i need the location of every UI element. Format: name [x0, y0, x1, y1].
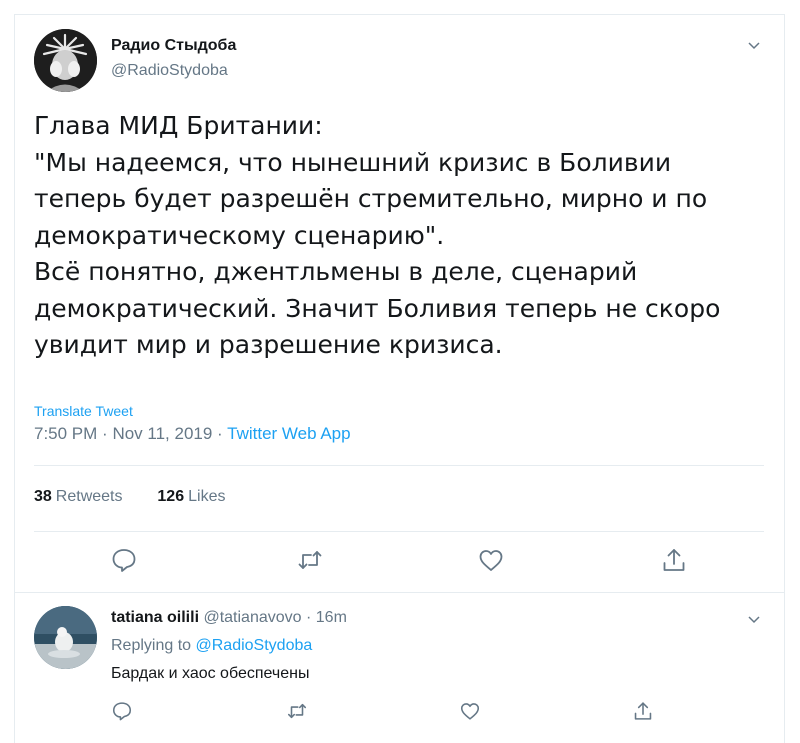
- tweet-time[interactable]: 7:50 PM: [34, 424, 97, 443]
- polar-bear-avatar-image: [34, 606, 97, 669]
- reply-time[interactable]: 16m: [316, 609, 347, 626]
- share-icon[interactable]: [660, 546, 688, 574]
- translate-tweet-link[interactable]: Translate Tweet: [34, 403, 133, 419]
- tweet-text-line: демократический. Значит Боливия теперь н…: [34, 293, 721, 323]
- replying-mention-link[interactable]: @RadioStydoba: [196, 637, 313, 654]
- source-app-link[interactable]: Twitter Web App: [227, 424, 350, 443]
- like-icon[interactable]: [459, 700, 481, 722]
- likes-stat[interactable]: 126 Likes: [157, 488, 225, 505]
- meta-separator: ·: [217, 424, 228, 443]
- engagement-stats: 38 Retweets 126 Likes: [34, 488, 225, 506]
- retweets-label: Retweets: [55, 488, 123, 505]
- reply-author-name[interactable]: tatiana oilili: [111, 609, 199, 626]
- tweet-text: Глава МИД Британии: "Мы надеемся, что ны…: [34, 108, 774, 364]
- chevron-down-icon[interactable]: [746, 37, 762, 53]
- tweet-text-line: демократическому сценарию".: [34, 220, 445, 250]
- share-icon[interactable]: [632, 700, 654, 722]
- tweet-meta: 7:50 PM · Nov 11, 2019 · Twitter Web App: [34, 424, 351, 444]
- divider: [34, 531, 764, 532]
- author-avatar[interactable]: [34, 29, 97, 92]
- reply-header: tatiana oilili @tatianavovo · 16m: [111, 609, 347, 627]
- tweet-date[interactable]: Nov 11, 2019: [112, 424, 212, 443]
- tweet-text-line: увидит мир и разрешение кризиса.: [34, 330, 503, 359]
- tweet-text-line: теперь будет разрешён стремительно, мирн…: [34, 184, 708, 213]
- chevron-down-icon[interactable]: [746, 611, 762, 627]
- tweet-text-line: Глава МИД Британии:: [34, 111, 323, 140]
- meta-separator: ·: [102, 424, 113, 443]
- reply-author-handle[interactable]: @tatianavovo: [203, 609, 301, 626]
- statue-avatar-image: [34, 29, 97, 92]
- like-icon[interactable]: [477, 546, 505, 574]
- replying-prefix: Replying to: [111, 637, 192, 654]
- meta-separator: ·: [306, 609, 316, 626]
- author-name[interactable]: Радио Стыдоба: [111, 37, 236, 55]
- reply-text: Бардак и хаос обеспечены: [111, 665, 310, 682]
- retweet-icon[interactable]: [296, 546, 324, 574]
- retweets-stat[interactable]: 38 Retweets: [34, 488, 123, 505]
- likes-count: 126: [157, 488, 185, 505]
- author-handle[interactable]: @RadioStydoba: [111, 62, 228, 80]
- tweet-separator: [15, 592, 785, 593]
- likes-label: Likes: [188, 488, 226, 505]
- replying-to: Replying to @RadioStydoba: [111, 637, 312, 655]
- reply-icon[interactable]: [110, 546, 138, 574]
- tweet-text-line: Всё понятно, джентльмены в деле, сценари…: [34, 257, 638, 286]
- retweets-count: 38: [34, 488, 52, 505]
- tweet-text-line: "Мы надеемся, что нынешний кризис в Боли…: [34, 147, 672, 177]
- retweet-icon[interactable]: [286, 700, 308, 722]
- divider: [34, 465, 764, 466]
- reply-author-avatar[interactable]: [34, 606, 97, 669]
- reply-icon[interactable]: [111, 700, 133, 722]
